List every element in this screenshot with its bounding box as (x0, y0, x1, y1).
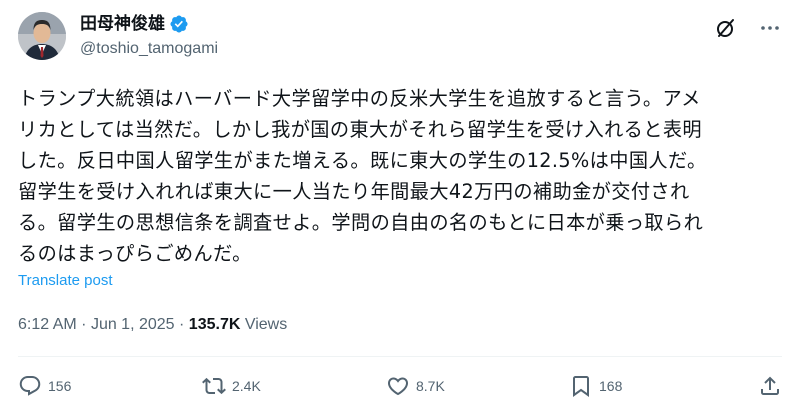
tweet-text-line: るのはまっぴらごめんだ。 (18, 242, 252, 265)
views-label: Views (244, 316, 288, 333)
divider (18, 356, 782, 357)
author-info: 田母神俊雄 @toshio_tamogami (80, 13, 218, 59)
reply-button[interactable]: 156 (18, 374, 71, 398)
tweet-meta: 6:12 AM · Jun 1, 2025 · 135.7K Views (18, 315, 287, 335)
like-count: 8.7K (416, 378, 445, 394)
retweet-icon (202, 374, 226, 398)
views-count[interactable]: 135.7K (189, 316, 241, 333)
share-button[interactable] (758, 374, 782, 398)
more-horizontal-icon[interactable] (758, 16, 782, 40)
header-actions (714, 16, 782, 40)
reply-count: 156 (48, 378, 72, 394)
heart-icon (386, 374, 410, 398)
share-icon (758, 374, 782, 398)
tweet-text-line: リカとしては当然だ。しかし我が国の東大がそれら留学生を受け入れると表明 (18, 118, 703, 141)
translate-post-link[interactable]: Translate post (18, 271, 113, 291)
avatar[interactable] (18, 12, 66, 60)
verified-badge-icon (169, 14, 189, 34)
tweet-text-line: した。反日中国人留学生がまた増える。既に東大の学生の12.5%は中国人だ。 (18, 149, 707, 172)
bookmark-button[interactable]: 168 (569, 374, 622, 398)
post-date[interactable]: Jun 1, 2025 (91, 316, 175, 333)
post-time[interactable]: 6:12 AM (18, 316, 77, 333)
tweet-text: トランプ大統領はハーバード大学留学中の反米大学生を追放すると言う。アメ リカとし… (18, 83, 788, 269)
like-button[interactable]: 8.7K (386, 374, 445, 398)
tweet-text-line: 留学生を受け入れれば東大に一人当たり年間最大42万円の補助金が交付され (18, 180, 690, 203)
retweet-button[interactable]: 2.4K (202, 374, 261, 398)
tweet-text-line: る。留学生の思想信条を調査せよ。学問の自由の名のもとに日本が乗っ取られ (18, 211, 704, 234)
grok-slash-icon[interactable] (714, 16, 738, 40)
author-display-name[interactable]: 田母神俊雄 (80, 13, 165, 35)
meta-separator: · (81, 316, 87, 333)
meta-separator: · (179, 316, 185, 333)
action-bar: 156 2.4K 8.7K 168 (18, 374, 782, 402)
author-handle[interactable]: @toshio_tamogami (80, 39, 218, 59)
reply-icon (18, 374, 42, 398)
tweet-text-line: トランプ大統領はハーバード大学留学中の反米大学生を追放すると言う。アメ (18, 87, 701, 110)
retweet-count: 2.4K (232, 378, 261, 394)
bookmark-icon (569, 374, 593, 398)
bookmark-count: 168 (599, 378, 623, 394)
tweet-card: 田母神俊雄 @toshio_tamogami トランプ大統領はハーバード大学留学… (0, 0, 800, 415)
